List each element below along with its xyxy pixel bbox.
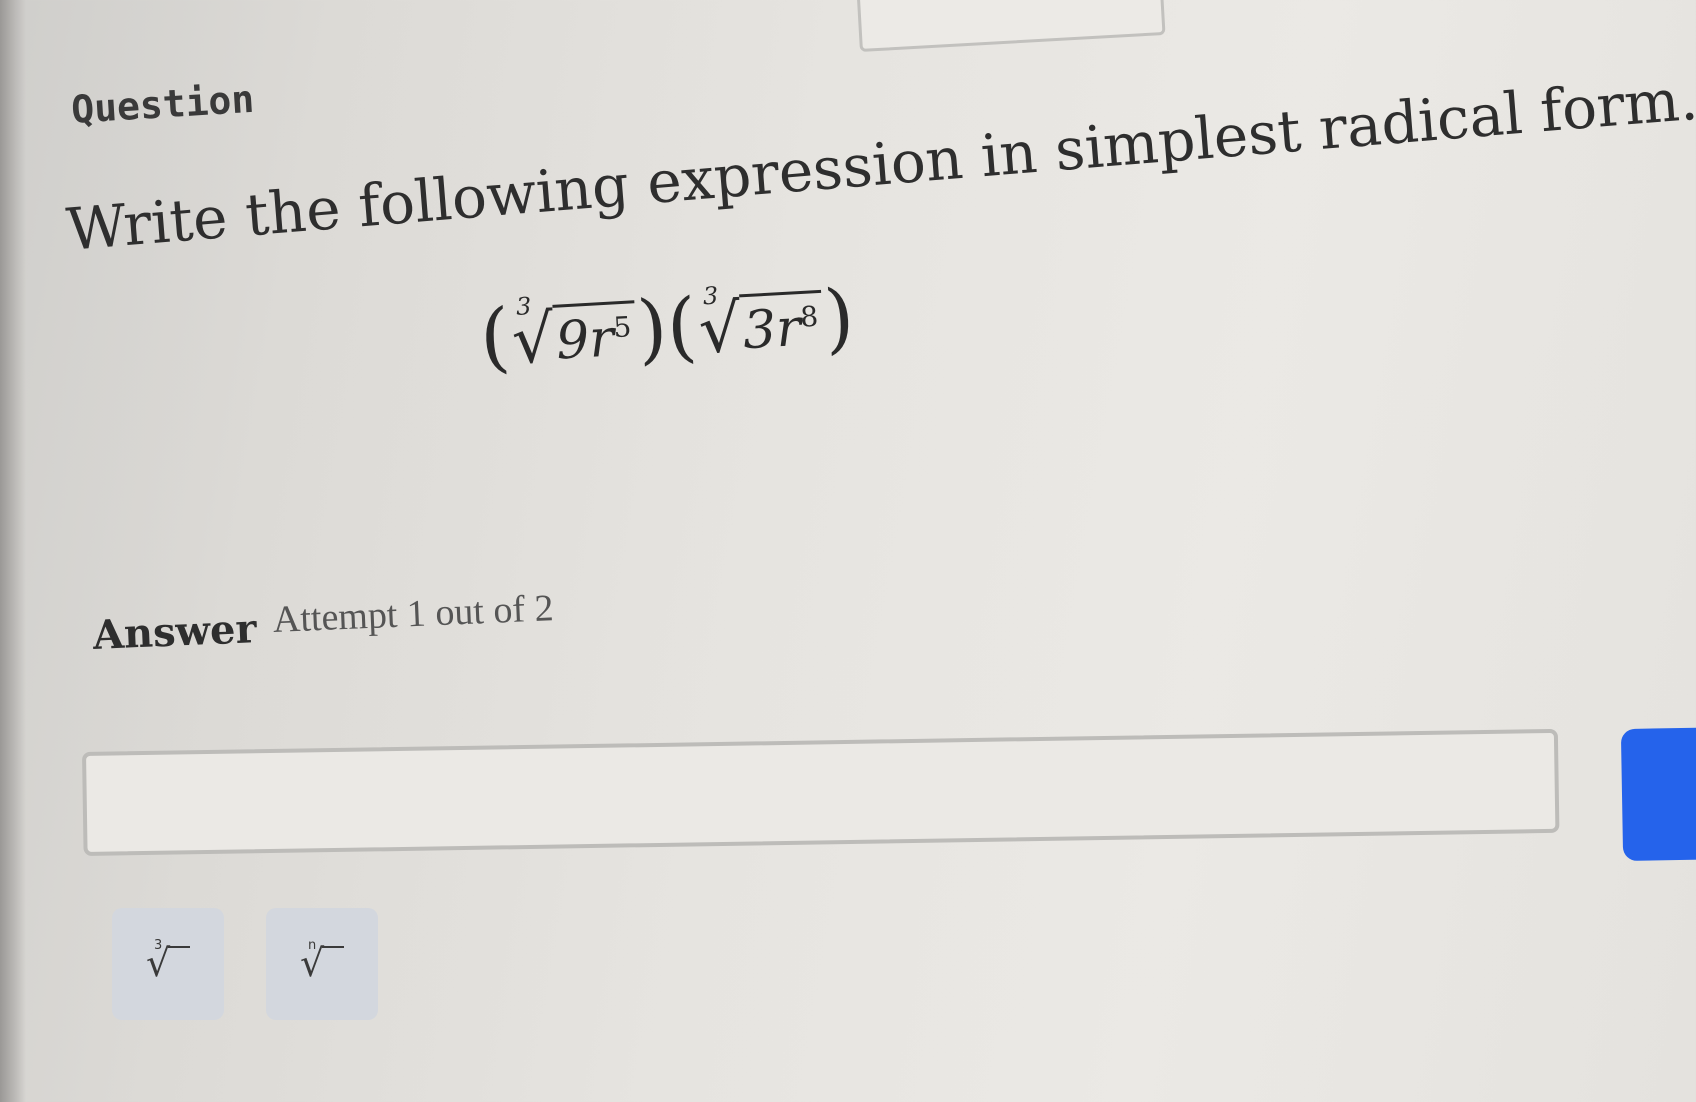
root-sign: √	[300, 941, 325, 985]
exponent: 5	[612, 309, 633, 344]
radicand: 9r5	[552, 299, 638, 372]
question-prompt: Write the following expression in simple…	[64, 64, 1696, 264]
root-bar	[322, 946, 344, 948]
left-paren: (	[664, 280, 700, 372]
right-paren: )	[821, 272, 857, 363]
attempt-counter: Attempt 1 out of 2	[272, 587, 555, 641]
top-panel-box	[855, 0, 1166, 52]
radical-factor-1: 3 √ 9r5	[510, 291, 638, 379]
submit-button[interactable]	[1620, 726, 1696, 862]
exponent: 8	[799, 299, 819, 334]
answer-label: Answer	[92, 605, 258, 659]
right-paren: )	[634, 282, 670, 374]
radical-factor-2: 3 √ 3r8	[696, 281, 825, 368]
coefficient: 9	[554, 309, 591, 372]
math-expression: ( 3 √ 9r5 ) ( 3 √ 3r8 )	[477, 272, 857, 382]
screen-edge	[0, 0, 26, 1102]
cube-root-icon: 3 √	[146, 938, 190, 984]
radical-index: 3	[702, 281, 719, 310]
radical-index: 3	[515, 291, 533, 321]
question-label: Question	[70, 76, 256, 132]
variable: r	[587, 308, 616, 370]
cube-root-button[interactable]: 3 √	[112, 908, 224, 1020]
nth-root-button[interactable]: n √	[266, 908, 378, 1020]
radicand: 3r8	[738, 289, 825, 361]
coefficient: 3	[741, 298, 778, 361]
nth-root-icon: n √	[300, 938, 344, 984]
root-sign: √	[146, 941, 171, 985]
variable: r	[774, 297, 803, 359]
root-bar	[168, 946, 190, 948]
left-paren: (	[477, 291, 513, 382]
answer-input[interactable]	[82, 728, 1560, 856]
